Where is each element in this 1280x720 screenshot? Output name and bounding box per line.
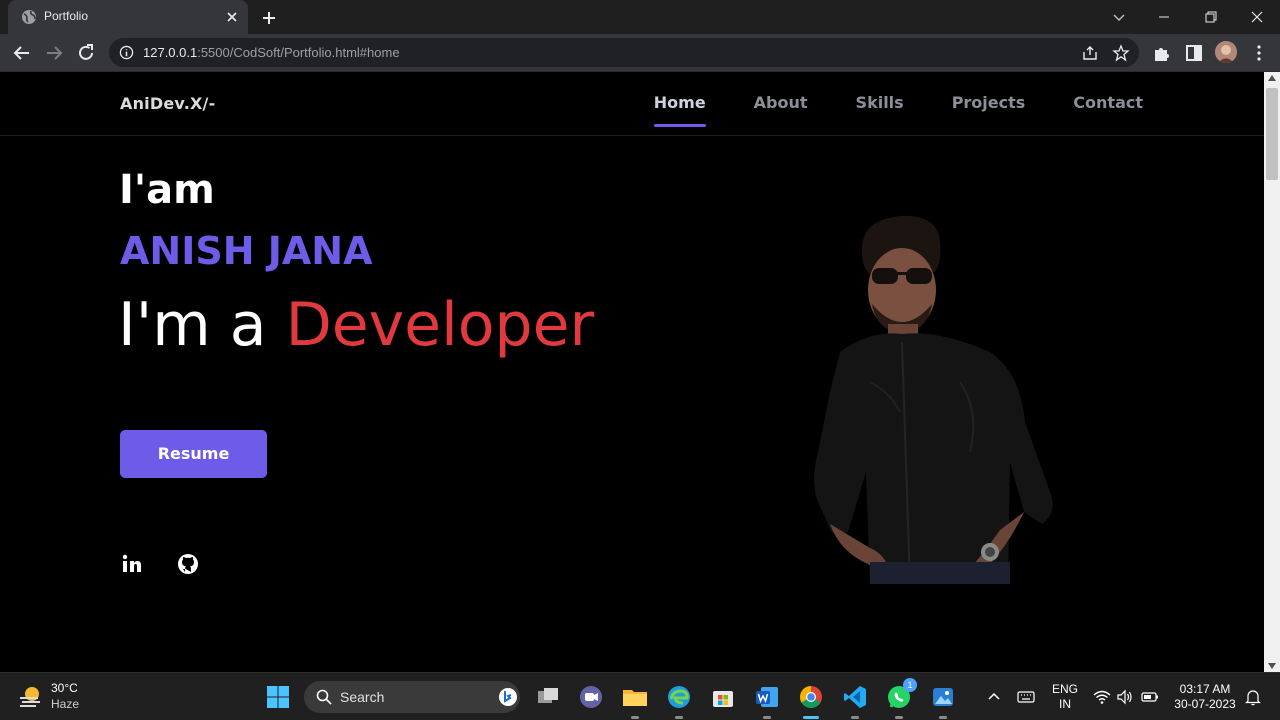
close-window-icon[interactable] (1245, 6, 1269, 28)
hero-role: I'm a Developer (118, 290, 594, 360)
resume-button[interactable]: Resume (120, 430, 267, 478)
chevron-up-icon[interactable] (985, 688, 1003, 706)
volume-icon[interactable] (1116, 688, 1134, 706)
avatar-image (1215, 41, 1237, 63)
word-icon (756, 687, 778, 707)
share-icon[interactable] (1081, 44, 1099, 62)
vscode-app[interactable] (841, 683, 869, 719)
vscode-icon (844, 686, 866, 708)
bing-icon[interactable] (498, 687, 518, 707)
browser-tab[interactable]: Portfolio (8, 0, 248, 34)
word-app[interactable] (753, 683, 781, 719)
clock-time: 03:17 AM (1179, 682, 1231, 696)
nav-link-contact[interactable]: Contact (1073, 93, 1143, 127)
page-scrollbar[interactable] (1264, 72, 1280, 672)
nav-link-skills[interactable]: Skills (856, 93, 904, 127)
nav-link-about[interactable]: About (754, 93, 808, 127)
github-icon[interactable] (176, 552, 200, 576)
profile-avatar[interactable] (1215, 41, 1237, 63)
nav-link-projects[interactable]: Projects (952, 93, 1026, 127)
tab-search-icon[interactable] (1107, 6, 1131, 28)
keyboard-icon[interactable] (1017, 688, 1035, 706)
url-text: 127.0.0.1:5500/CodSoft/Portfolio.html#ho… (143, 45, 400, 60)
linkedin-icon[interactable] (120, 552, 144, 576)
side-panel-icon[interactable] (1183, 42, 1205, 64)
more-menu-icon[interactable] (1248, 42, 1270, 64)
search-icon (316, 689, 332, 705)
hero-name: ANISH JANA (120, 229, 373, 273)
tab-title: Portfolio (44, 9, 89, 23)
teams-chat-icon[interactable] (577, 683, 605, 711)
wifi-icon[interactable] (1093, 688, 1111, 706)
browser-toolbar: 127.0.0.1:5500/CodSoft/Portfolio.html#ho… (0, 34, 1280, 72)
language-code: ENG (1052, 682, 1079, 696)
role-word: Developer (285, 290, 595, 360)
notification-center-icon[interactable] (1244, 688, 1262, 706)
role-prefix: I'm a (118, 290, 267, 360)
address-bar[interactable]: 127.0.0.1:5500/CodSoft/Portfolio.html#ho… (109, 38, 1139, 67)
scroll-up-arrow-icon[interactable] (1268, 75, 1276, 81)
restore-icon[interactable] (1198, 6, 1222, 28)
edge-icon (668, 686, 690, 708)
weather-condition[interactable]: Haze (51, 697, 79, 711)
nav-links: Home About Skills Projects Contact (653, 93, 1143, 127)
scrollbar-thumb[interactable] (1266, 88, 1278, 180)
globe-icon (22, 10, 36, 24)
region-code: IN (1059, 697, 1071, 711)
minimize-icon[interactable] (1152, 6, 1176, 28)
notification-badge: 1 (903, 678, 917, 692)
language-indicator[interactable]: ENG IN (1052, 682, 1078, 712)
microsoft-store-icon[interactable] (709, 683, 737, 711)
back-arrow-icon[interactable] (10, 41, 34, 65)
site-navbar: AniDev.X/- Home About Skills Projects Co… (0, 72, 1264, 136)
site-logo[interactable]: AniDev.X/- (120, 94, 215, 113)
hero-intro: I'am (119, 167, 215, 213)
info-icon[interactable] (119, 45, 134, 60)
system-clock[interactable]: 03:17 AM 30-07-2023 (1170, 682, 1240, 712)
chrome-app[interactable] (797, 683, 825, 719)
battery-icon[interactable] (1141, 688, 1159, 706)
close-tab-icon[interactable] (224, 9, 240, 25)
task-view-icon[interactable] (534, 683, 562, 711)
weather-temperature[interactable]: 30°C (51, 681, 78, 695)
weather-haze-icon[interactable] (18, 685, 44, 709)
profile-photo (814, 215, 1053, 584)
photos-app[interactable] (929, 683, 957, 719)
clock-date: 30-07-2023 (1174, 697, 1236, 711)
portfolio-page: AniDev.X/- Home About Skills Projects Co… (0, 72, 1264, 672)
new-tab-icon[interactable] (259, 8, 279, 28)
bookmark-star-icon[interactable] (1112, 44, 1130, 62)
browser-tab-strip: Portfolio (0, 0, 1280, 34)
nav-link-home[interactable]: Home (653, 93, 706, 127)
reload-icon[interactable] (74, 41, 98, 65)
extensions-puzzle-icon[interactable] (1151, 42, 1173, 64)
taskbar-search[interactable]: Search (304, 681, 520, 713)
chrome-icon (800, 686, 822, 708)
windows-taskbar: 30°C Haze Search 1 ENG IN 03:17 AM 30-07… (0, 672, 1280, 720)
file-explorer-app[interactable] (621, 683, 649, 719)
edge-app[interactable] (665, 683, 693, 719)
folder-icon (623, 690, 647, 706)
forward-arrow-icon[interactable] (42, 41, 66, 65)
whatsapp-app[interactable]: 1 (885, 678, 917, 719)
scroll-down-arrow-icon[interactable] (1268, 663, 1276, 669)
search-label: Search (340, 689, 385, 705)
photos-icon (933, 688, 953, 706)
windows-start-icon[interactable] (266, 685, 290, 709)
